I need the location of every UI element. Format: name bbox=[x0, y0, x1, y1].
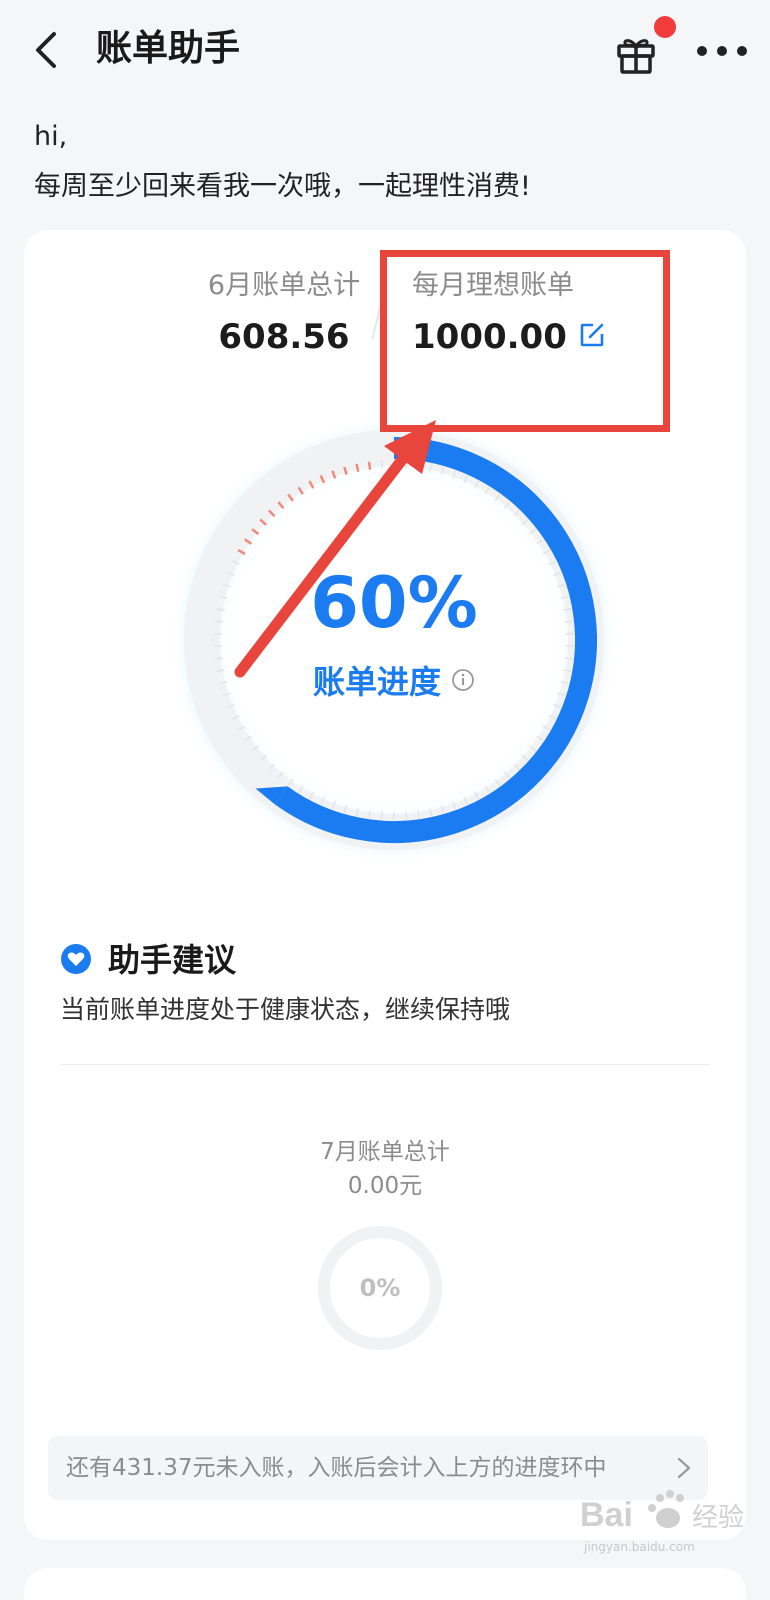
back-arrow-icon[interactable] bbox=[28, 28, 68, 72]
unposted-notice-text: 还有431.37元未入账，入账后会计入上方的进度环中 bbox=[66, 1455, 607, 1481]
section-divider bbox=[60, 1064, 710, 1065]
gift-icon[interactable] bbox=[612, 28, 660, 76]
svg-text:经验: 经验 bbox=[692, 1502, 744, 1532]
heart-icon bbox=[61, 944, 91, 974]
next-month-percent: 0% bbox=[359, 1274, 401, 1302]
header-bar: 账单助手 bbox=[0, 0, 770, 100]
progress-label: 账单进度 bbox=[312, 663, 441, 701]
chevron-right-icon bbox=[677, 1457, 691, 1479]
next-month-total-label: 7月账单总计 bbox=[320, 1139, 450, 1165]
greeting-line-2: 每周至少回来看我一次哦，一起理性消费! bbox=[34, 171, 531, 202]
progress-ring: 60% 账单进度 bbox=[164, 410, 624, 870]
notification-dot bbox=[654, 16, 676, 38]
progress-percent: 60% bbox=[310, 562, 478, 644]
baidu-paw-logo: Bai 经验 bbox=[580, 1490, 744, 1534]
info-icon[interactable] bbox=[451, 668, 475, 692]
annotation-highlight-box bbox=[380, 250, 670, 432]
month-total: 6月账单总计 608.56 bbox=[184, 266, 384, 362]
greeting-line-1: hi, bbox=[34, 121, 68, 152]
bill-assistant-page: 账单助手 hi, 每周至少回来看我一次哦，一起理性消费! 6月账单总计 608.… bbox=[0, 0, 770, 1600]
advice-title-row: 助手建议 bbox=[60, 938, 236, 982]
ring-center: 60% 账单进度 bbox=[164, 410, 624, 870]
advice-text: 当前账单进度处于健康状态，继续保持哦 bbox=[60, 995, 511, 1024]
month-total-label: 6月账单总计 bbox=[207, 270, 361, 301]
page-title: 账单助手 bbox=[96, 28, 241, 69]
advice-title: 助手建议 bbox=[108, 941, 237, 979]
svg-text:Bai: Bai bbox=[580, 1496, 633, 1534]
greeting-text: hi, 每周至少回来看我一次哦，一起理性消费! bbox=[34, 112, 531, 212]
next-month-total-value: 0.00元 bbox=[347, 1173, 423, 1199]
next-card-edge bbox=[24, 1568, 746, 1600]
watermark-url: jingyan.baidu.com bbox=[584, 1540, 695, 1554]
month-total-value: 608.56 bbox=[218, 317, 350, 357]
more-options-icon[interactable] bbox=[696, 36, 748, 66]
progress-label-row[interactable]: 账单进度 bbox=[164, 660, 624, 704]
